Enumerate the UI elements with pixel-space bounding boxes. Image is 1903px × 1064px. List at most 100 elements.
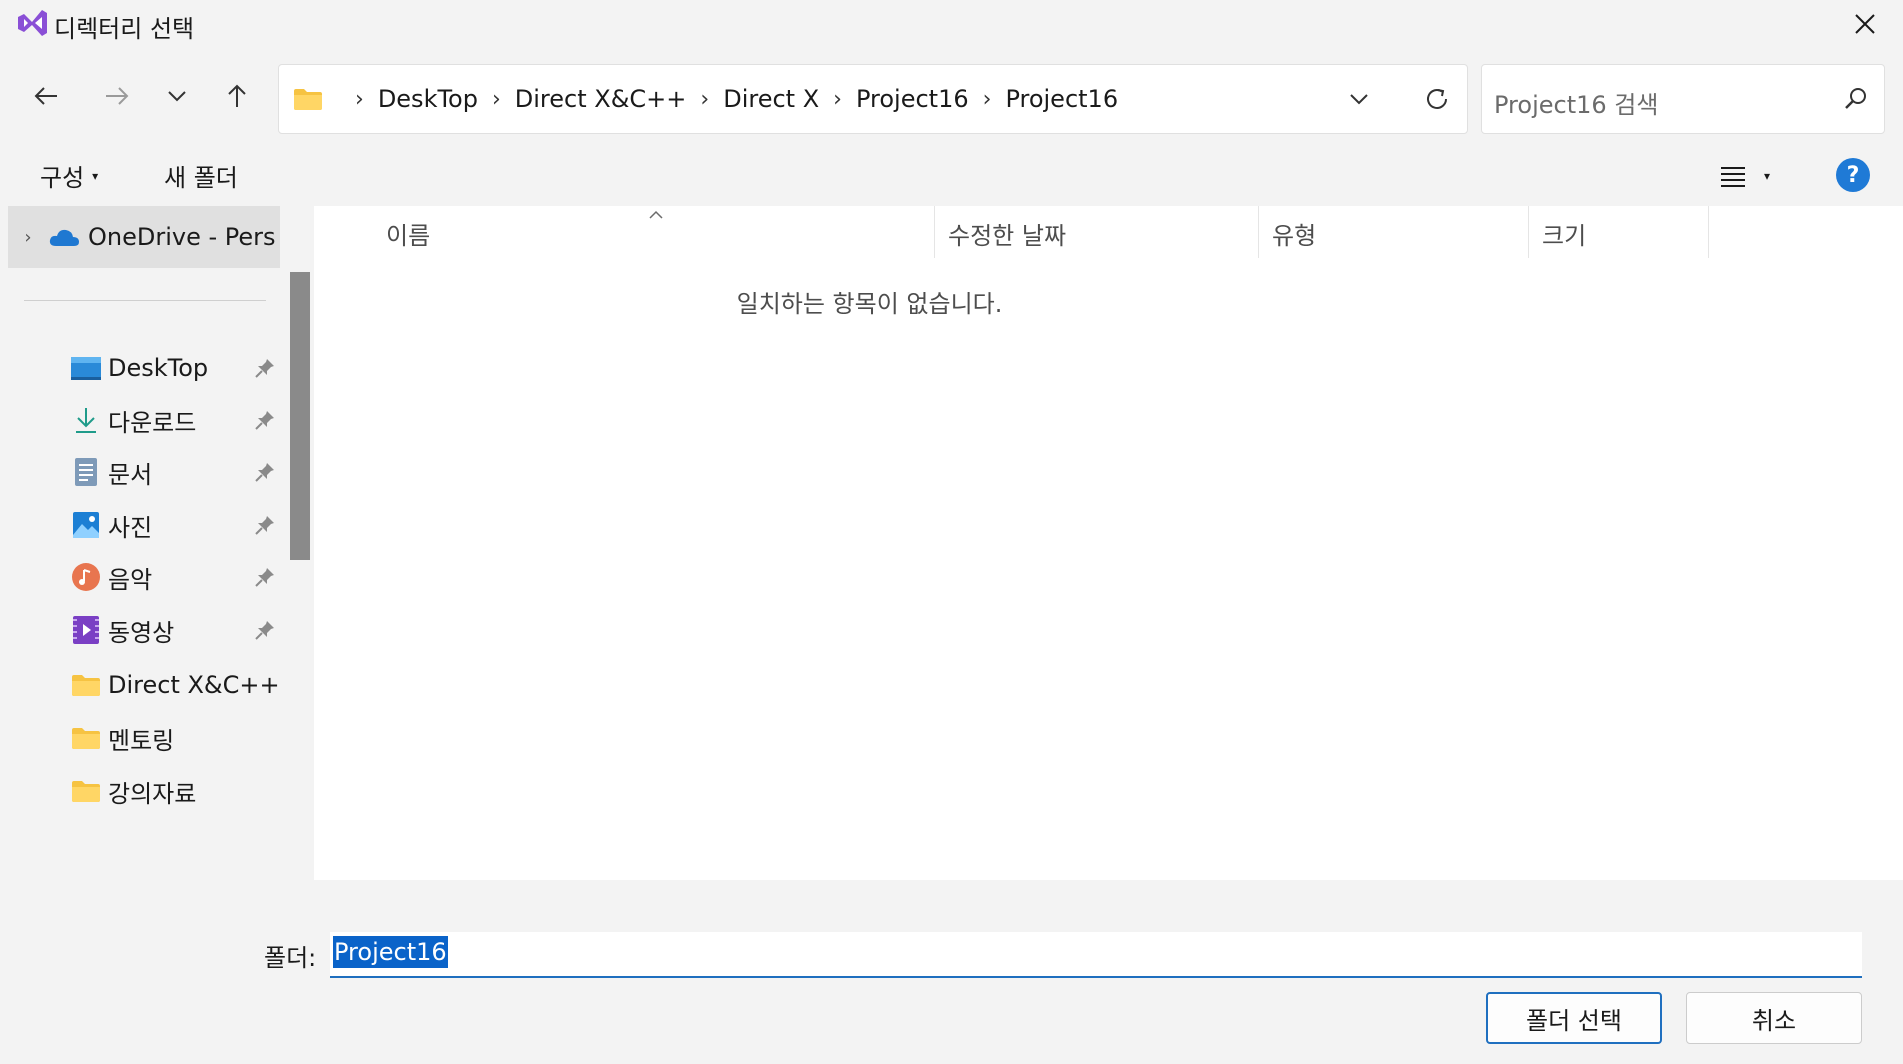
scrollbar-thumb[interactable] xyxy=(290,272,310,560)
divider xyxy=(24,300,266,301)
sidebar-item-label: OneDrive - Pers xyxy=(88,223,276,251)
breadcrumb-item[interactable]: Direct X&C++ xyxy=(515,85,687,113)
sidebar-item-label: DeskTop xyxy=(108,354,209,382)
recent-locations-button[interactable] xyxy=(157,78,197,114)
navigation-bar: › DeskTop › Direct X&C++ › Direct X › Pr… xyxy=(0,46,1903,144)
help-icon: ? xyxy=(1846,162,1860,188)
sidebar-item-label: 동영상 xyxy=(108,618,175,647)
refresh-icon xyxy=(1427,89,1447,109)
sidebar-item-music[interactable]: 음악 xyxy=(70,552,284,602)
folder-label: 폴더: xyxy=(264,944,317,972)
sidebar-item-documents[interactable]: 문서 xyxy=(70,447,284,497)
window-title: 디렉터리 선택 xyxy=(54,15,195,43)
sidebar-item-lecture-materials[interactable]: 강의자료 xyxy=(70,766,284,816)
command-bar: 구성 ▾ 새 폴더 ▾ xyxy=(0,144,1903,206)
column-header-type[interactable]: 유형 xyxy=(1272,216,1316,251)
breadcrumb-separator: › xyxy=(355,86,364,112)
new-folder-label: 새 폴더 xyxy=(164,164,238,192)
organize-label: 구성 xyxy=(40,164,85,192)
file-list: 이름 수정한 날짜 유형 크기 일치하는 항목이 없습니다. xyxy=(316,206,1903,880)
folder-icon xyxy=(294,89,322,110)
column-divider[interactable] xyxy=(1528,206,1529,258)
chevron-down-icon xyxy=(1350,94,1368,105)
dialog-footer: 폴더: Project16 폴더 선택 취소 xyxy=(0,880,1903,1064)
sidebar-item-label: 음악 xyxy=(108,565,153,594)
pin-icon xyxy=(255,359,274,378)
caret-down-icon: ▾ xyxy=(92,168,99,183)
organize-menu-button[interactable]: 구성 ▾ xyxy=(40,158,98,193)
column-divider[interactable] xyxy=(1708,206,1709,258)
video-icon xyxy=(70,615,102,645)
column-header-name[interactable]: 이름 xyxy=(386,216,430,251)
download-icon xyxy=(70,405,102,435)
breadcrumb-separator: › xyxy=(833,86,842,112)
sidebar-item-desktop[interactable]: DeskTop xyxy=(70,343,284,393)
sidebar-item-downloads[interactable]: 다운로드 xyxy=(70,395,284,445)
address-bar[interactable]: › DeskTop › Direct X&C++ › Direct X › Pr… xyxy=(278,64,1468,134)
cancel-button[interactable]: 취소 xyxy=(1686,992,1862,1044)
sidebar-item-onedrive[interactable]: › OneDrive - Pers xyxy=(8,206,280,268)
title-bar: 디렉터리 선택 xyxy=(0,0,1903,46)
pictures-icon xyxy=(70,510,102,540)
breadcrumb-item[interactable]: Project16 xyxy=(1005,85,1118,113)
arrow-left-icon xyxy=(34,87,57,105)
sidebar-item-direct-x-cpp[interactable]: Direct X&C++ xyxy=(70,660,284,710)
help-button[interactable]: ? xyxy=(1836,158,1870,192)
sidebar-item-label: 강의자료 xyxy=(108,779,197,808)
breadcrumb-separator: › xyxy=(491,86,501,112)
up-button[interactable] xyxy=(217,78,257,114)
empty-list-message: 일치하는 항목이 없습니다. xyxy=(736,290,1003,318)
breadcrumb-separator: › xyxy=(982,86,992,112)
folder-icon xyxy=(70,776,102,806)
folder-name-value[interactable]: Project16 xyxy=(333,936,448,968)
pin-icon xyxy=(255,621,274,640)
sidebar-item-label: Direct X&C++ xyxy=(108,671,280,699)
sidebar-item-mentoring[interactable]: 멘토링 xyxy=(70,713,284,763)
breadcrumb: › DeskTop › Direct X&C++ › Direct X › Pr… xyxy=(293,65,1118,133)
column-divider[interactable] xyxy=(1258,206,1259,258)
back-button[interactable] xyxy=(26,78,66,114)
visual-studio-icon xyxy=(18,10,47,36)
chevron-right-icon[interactable]: › xyxy=(8,227,48,248)
select-folder-button[interactable]: 폴더 선택 xyxy=(1486,992,1662,1044)
search-input[interactable]: Project16 검색 xyxy=(1494,85,1658,120)
pin-icon xyxy=(255,568,274,587)
search-icon xyxy=(1845,88,1866,109)
arrow-up-icon xyxy=(228,84,246,107)
sidebar-item-label: 문서 xyxy=(108,460,153,489)
column-divider[interactable] xyxy=(934,206,935,258)
folder-name-field[interactable]: Project16 xyxy=(330,932,1862,978)
desktop-icon xyxy=(70,353,102,383)
new-folder-button[interactable]: 새 폴더 xyxy=(164,158,238,193)
cloud-icon xyxy=(49,229,79,246)
address-dropdown-button[interactable] xyxy=(1341,81,1377,117)
pin-icon xyxy=(255,411,274,430)
list-view-icon xyxy=(1721,167,1745,187)
arrow-right-icon xyxy=(106,87,129,105)
breadcrumb-item[interactable]: DeskTop xyxy=(378,85,478,113)
column-header-modified[interactable]: 수정한 날짜 xyxy=(948,216,1066,251)
chevron-down-icon xyxy=(168,91,186,102)
close-button[interactable] xyxy=(1843,4,1887,44)
pin-icon xyxy=(255,463,274,482)
sidebar-item-label: 다운로드 xyxy=(108,408,197,437)
sidebar-item-label: 사진 xyxy=(108,513,153,542)
search-box[interactable]: Project16 검색 xyxy=(1481,64,1885,134)
document-icon xyxy=(70,457,102,487)
breadcrumb-item[interactable]: Direct X xyxy=(723,85,819,113)
sort-ascending-icon xyxy=(649,210,663,219)
navigation-pane: › OneDrive - Pers DeskTop 다운로드 문서 사진 음악 … xyxy=(0,206,290,880)
caret-down-icon: ▾ xyxy=(1764,169,1771,183)
sidebar-item-pictures[interactable]: 사진 xyxy=(70,500,284,550)
folder-icon xyxy=(70,723,102,753)
close-icon xyxy=(1855,14,1875,34)
view-options-button[interactable]: ▾ xyxy=(1720,158,1790,194)
sidebar-item-videos[interactable]: 동영상 xyxy=(70,605,284,655)
refresh-button[interactable] xyxy=(1417,79,1457,119)
forward-button[interactable] xyxy=(97,78,137,114)
column-header-size[interactable]: 크기 xyxy=(1542,216,1586,251)
sidebar-item-label: 멘토링 xyxy=(108,726,175,755)
folder-icon xyxy=(70,670,102,700)
music-icon xyxy=(70,562,102,592)
breadcrumb-item[interactable]: Project16 xyxy=(856,85,969,113)
